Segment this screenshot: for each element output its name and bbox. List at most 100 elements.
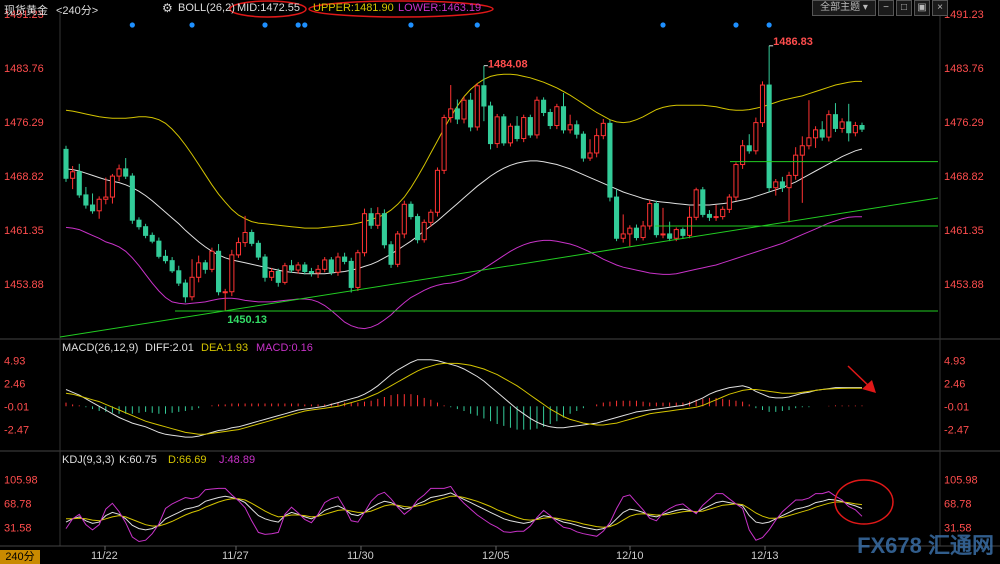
candle-body [733,164,739,198]
event-dot [660,22,666,28]
candle-body [176,270,182,284]
candle-body [799,145,805,156]
price-tick-label: 1491.23 [944,9,984,21]
price-tick-label: 1468.82 [944,171,984,183]
candle-body [288,265,295,271]
event-dot [733,22,739,28]
candle-body [693,189,699,218]
kdj-k-line [65,492,863,531]
candle-body [614,196,620,239]
candle-body [832,114,839,129]
candle-body [235,242,242,256]
kdj-d-line [66,495,863,528]
candle-body [222,291,228,294]
candle-body [302,264,308,273]
kdj-label: KDJ(9,3,3) [62,454,115,466]
period-tag[interactable]: 240分 [0,550,40,564]
candle-body [766,84,772,189]
kdj-tick-label: 68.78 [4,498,32,510]
candle-body [501,116,507,144]
candle-body [773,181,779,189]
macd-diff-line [65,359,862,438]
candle-body [328,259,334,273]
candle-body [633,227,640,239]
candle-body [640,225,646,239]
high-annotation: 1486.83 [773,36,813,48]
candle-body [514,125,520,140]
price-tick-label: 1476.29 [944,117,984,129]
candle-body [706,213,712,218]
chart-canvas: 1491.23 1491.231483.76 1483.761476.29 1476.… [0,0,1000,562]
candle-body [547,112,553,127]
candle-body [560,106,567,131]
candle-body [454,108,460,120]
candle-body [527,117,533,136]
macd-tick-label: -2.47 [944,424,969,436]
candle-body [793,154,799,176]
macd-diff-value: DIFF:2.01 [145,342,194,354]
candle-body [620,233,626,239]
kdj-tick-label: 105.98 [4,474,38,486]
candle-body [242,231,248,244]
candle-body [487,105,494,145]
minimize-icon[interactable]: − [878,0,894,16]
candle-body [461,99,467,120]
price-tick-label: 1483.76 [4,63,44,75]
candle-body [209,250,215,270]
macd-tick-label: 2.46 [944,378,965,390]
restore-icon[interactable]: ▣ [914,0,930,16]
candle-body [534,99,540,136]
candle-body [255,242,261,258]
candle-body [600,122,606,137]
date-tick-label: 11/22 [91,550,118,562]
candle-body [673,229,679,239]
theme-select-label: 全部主题 [820,2,861,13]
price-tick-label: 1461.35 [944,225,984,237]
candle-body [627,227,633,235]
price-tick-label: 1453.88 [944,279,984,291]
price-tick-label: 1468.82 [4,171,44,183]
settings-icon[interactable]: ⚙ [162,1,173,15]
macd-dea-value: DEA:1.93 [201,342,249,354]
kdj-j-value: J:48.89 [219,454,256,466]
theme-select[interactable]: 全部主题 ▾ [812,0,876,16]
candle-body [322,259,328,270]
candle-body [819,129,825,138]
event-dot [474,22,480,28]
candle-body [308,271,314,274]
candle-body [196,262,202,278]
macd-tick-label: -2.47 [4,424,29,436]
candle-body [149,234,155,242]
candle-body [726,196,732,210]
candle-body [852,125,858,134]
candle-body [607,122,613,198]
candle-body [83,194,89,206]
candle-body [335,256,341,273]
candle-body [541,99,547,114]
candle-body [580,133,586,159]
candle-body [103,196,109,200]
candle-body [574,124,580,135]
candle-body [275,271,281,283]
watermark-logo: FX678 汇通网 [857,533,994,558]
event-dot [766,22,772,28]
candle-body [441,117,447,171]
candle-body [813,129,819,139]
price-tick-label: 1461.35 [4,225,44,237]
candle-body [647,203,653,227]
candle-body [653,203,659,236]
candle-body [507,125,513,144]
candle-body [759,84,766,124]
candle-body [368,213,374,226]
candle-body [202,262,208,270]
candle-body [594,135,600,154]
candle-body [315,268,321,274]
close-icon[interactable]: × [932,0,948,16]
maximize-icon[interactable]: □ [896,0,912,16]
candle-body [249,231,255,244]
candle-body [156,240,162,257]
candle-body [700,189,706,215]
candle-body [129,175,135,221]
candle-body [342,256,348,262]
candle-body [786,174,792,189]
